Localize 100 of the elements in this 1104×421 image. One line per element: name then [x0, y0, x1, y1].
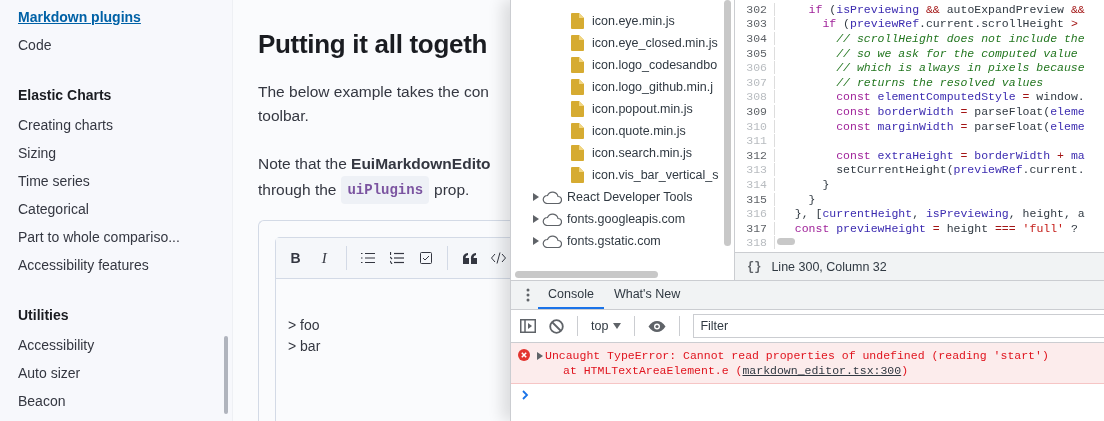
pretty-print-button[interactable]: {} — [747, 259, 762, 274]
code-line: const extraHeight = borderWidth + ma — [835, 148, 1085, 162]
line-number: 315 — [735, 192, 775, 206]
file-icon — [571, 101, 584, 117]
cloud-icon — [542, 212, 562, 226]
bullet-list-icon — [361, 252, 376, 264]
nav-link[interactable]: Beacon — [18, 390, 66, 418]
context-dropdown[interactable]: top — [591, 319, 622, 333]
editor-line: > foo — [288, 316, 321, 335]
code-line: setCurrentHeight(previewRef.current. — [835, 163, 1085, 177]
eye-icon[interactable] — [648, 320, 667, 332]
cloud-icon — [542, 234, 562, 248]
editor-textarea[interactable]: > foo > bar — [276, 279, 510, 357]
quote-icon — [462, 252, 477, 264]
line-number: 302 — [735, 2, 775, 16]
code-line: const marginWidth = parseFloat(eleme — [835, 119, 1085, 133]
line-number: 317 — [735, 221, 775, 235]
file-name[interactable]: icon.logo_github.min.j — [592, 80, 713, 94]
file-name[interactable]: icon.eye.min.js — [592, 14, 675, 28]
clear-icon[interactable] — [549, 318, 564, 334]
nav-link[interactable]: Creating charts — [18, 114, 113, 142]
file-name[interactable]: icon.eye_closed.min.js — [592, 36, 718, 50]
code-line: // scrollHeight does not include the — [835, 32, 1085, 45]
paragraph-text: prop. — [434, 180, 470, 200]
file-icon — [571, 123, 584, 139]
error-icon — [518, 349, 530, 361]
code-line: const previewHeight = height === 'full' ? — [793, 221, 1078, 235]
code-line: }, [currentHeight, isPreviewing, height, a — [793, 207, 1085, 221]
line-number: 314 — [735, 177, 775, 191]
filter-field[interactable]: Filter — [693, 314, 1104, 338]
nav-link[interactable]: Part to whole compariso... — [18, 226, 180, 254]
file-name[interactable]: icon.search.min.js — [592, 146, 693, 160]
nav-link[interactable]: Markdown plugins — [18, 6, 141, 34]
line-number: 305 — [735, 46, 775, 60]
prompt-chevron-icon[interactable] — [522, 390, 529, 400]
line-number: 306 — [735, 61, 775, 75]
code-line: const borderWidth = parseFloat(eleme — [835, 104, 1085, 118]
code-line: } — [807, 192, 816, 206]
origin-name[interactable]: fonts.googleapis.com — [567, 212, 686, 226]
line-number: 312 — [735, 148, 775, 162]
code-line: if (isPreviewing && autoExpandPreview && — [807, 2, 1085, 16]
code-icon — [491, 252, 507, 264]
editor-line: > bar — [288, 337, 322, 356]
file-icon — [571, 145, 584, 161]
origin-name[interactable]: fonts.gstatic.com — [567, 234, 661, 248]
inline-code: uiPlugins — [341, 176, 430, 204]
numbered-list-icon — [390, 252, 404, 264]
file-icon — [571, 79, 584, 95]
cursor-position: Line 300, Column 32 — [771, 259, 887, 274]
line-number: 308 — [735, 90, 775, 104]
file-icon — [571, 35, 584, 51]
bold-button[interactable]: B — [284, 246, 307, 270]
file-name[interactable]: icon.vis_bar_vertical_s — [592, 168, 719, 182]
line-number: 316 — [735, 207, 775, 221]
expand-arrow-icon[interactable] — [533, 193, 539, 201]
expand-arrow-icon[interactable] — [533, 215, 539, 223]
section-heading: Utilities — [18, 306, 69, 325]
nav-link[interactable]: Time series — [18, 170, 90, 198]
more-options-icon[interactable] — [526, 288, 530, 302]
scrollbar[interactable] — [724, 0, 731, 246]
scrollbar[interactable] — [224, 336, 228, 414]
caret-icon — [613, 323, 622, 329]
file-name[interactable]: icon.popout.min.js — [592, 102, 693, 116]
sidebar-toggle-icon[interactable] — [520, 319, 536, 333]
nav-link[interactable]: Accessibility features — [18, 254, 149, 282]
section-heading: Elastic Charts — [18, 86, 112, 105]
code-line: const elementComputedStyle = window. — [835, 90, 1085, 104]
line-number: 311 — [735, 134, 775, 148]
paragraph-line: The below example takes the con — [258, 82, 490, 102]
file-name[interactable]: icon.logo_codesandbo — [592, 58, 718, 72]
italic-button[interactable]: I — [312, 246, 336, 270]
origin-name[interactable]: React Developer Tools — [567, 190, 693, 204]
line-number: 318 — [735, 236, 775, 250]
line-number: 307 — [735, 75, 775, 89]
file-icon — [571, 57, 584, 73]
code-line: // returns the resolved values — [835, 75, 1044, 89]
checkbox-icon — [419, 252, 432, 264]
nav-link[interactable]: Sizing — [18, 142, 57, 170]
paragraph-line: toolbar. — [258, 106, 310, 126]
expand-arrow-icon[interactable] — [537, 352, 543, 360]
line-number: 313 — [735, 163, 775, 177]
code-line: if (previewRef.current.scrollHeight > — [821, 17, 1078, 31]
source-link[interactable]: markdown_editor.tsx:300 — [742, 364, 902, 377]
line-number: 309 — [735, 104, 775, 118]
drawer-tab[interactable]: What's New — [603, 281, 691, 309]
scrollbar[interactable] — [777, 238, 795, 245]
code-line: // which is always in pixels because — [835, 61, 1085, 75]
file-name[interactable]: icon.quote.min.js — [592, 124, 686, 138]
line-number: 310 — [735, 119, 775, 133]
error-message: Uncaught TypeError: Cannot read properties of undefined (reading 'start') — [545, 348, 1049, 363]
paragraph-text: through the — [258, 180, 337, 200]
nav-link[interactable]: Code — [18, 34, 52, 62]
nav-link[interactable]: Auto sizer — [18, 362, 81, 390]
code-line: // so we ask for the computed value — [835, 46, 1078, 60]
nav-link[interactable]: Accessibility — [18, 334, 95, 362]
drawer-tab[interactable]: Console — [538, 281, 604, 309]
nav-link[interactable]: Categorical — [18, 198, 89, 226]
expand-arrow-icon[interactable] — [533, 237, 539, 245]
scrollbar[interactable] — [515, 271, 658, 278]
line-number: 304 — [735, 32, 775, 45]
